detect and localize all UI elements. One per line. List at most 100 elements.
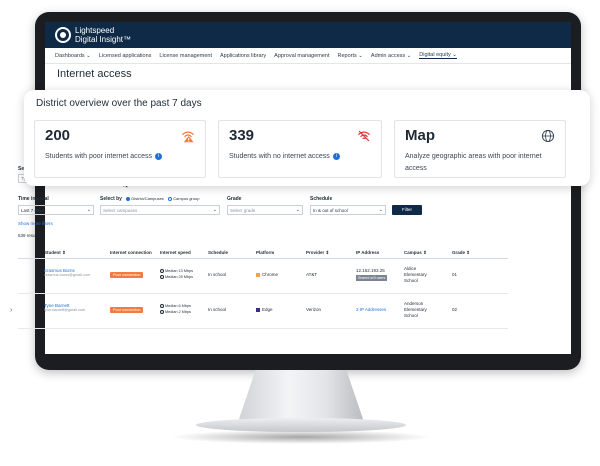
nav-admin-access[interactable]: Admin access ⌄ xyxy=(371,53,411,59)
connection-badge: Poor connection xyxy=(110,272,144,278)
app-header: Lightspeed Digital Insight™ xyxy=(45,22,571,48)
map-title: Map xyxy=(405,127,435,144)
speed-median-1: Median 6 Mbps xyxy=(165,304,191,308)
stat-value: 339 xyxy=(229,127,255,144)
ip-address: 12.162.193.25 xyxy=(356,268,385,273)
ip-shared-tag[interactable]: Shared w/3 users xyxy=(356,275,388,281)
student-email: tyne.barnett@gmail.com xyxy=(44,308,86,312)
stat-card-no-access[interactable]: 339 Students with no internet access i xyxy=(218,120,382,178)
chevron-down-icon: ⌄ xyxy=(295,207,300,213)
time-interval-value: Last 7 days xyxy=(21,208,45,213)
campus-select[interactable]: Select campuses ⌄ xyxy=(100,205,220,215)
upload-speed-icon xyxy=(160,310,164,314)
platform-name: Chrome xyxy=(262,272,279,277)
grade-cell: 02 xyxy=(452,307,458,312)
wifi-off-icon xyxy=(357,130,371,142)
monitor-mockup: Lightspeed Digital Insight™ Dashboards ⌄… xyxy=(0,0,600,466)
nav-applications-library[interactable]: Applications library xyxy=(220,53,266,59)
monitor-stand-neck xyxy=(238,370,364,422)
download-speed-icon xyxy=(160,304,164,308)
campus-cell: Aldice Elementary School xyxy=(404,266,427,283)
speed-cell: Median 6 Mbps Median 2 Mbps xyxy=(160,303,191,315)
time-interval-label: Time interval xyxy=(18,196,49,202)
globe-icon xyxy=(541,129,555,143)
logo-icon[interactable] xyxy=(55,27,71,43)
ip-cell: 12.162.193.25 Shared w/3 users xyxy=(356,268,388,281)
brand-name: Lightspeed xyxy=(75,26,115,35)
nav-digital-equity[interactable]: Digital equity ⌄ xyxy=(419,52,457,59)
time-interval-select[interactable]: Last 7 days ⌄ xyxy=(18,205,94,215)
brand-product: Digital Insight™ xyxy=(75,35,132,44)
page-title: Internet access xyxy=(57,68,132,80)
platform-cell: Chrome xyxy=(256,272,278,277)
stat-card-poor-access[interactable]: 200 Students with poor internet access i xyxy=(34,120,206,178)
table-row[interactable]: › Tyne Barnett tyne.barnett@gmail.com Po… xyxy=(10,295,508,329)
campus-select-placeholder: Select campuses xyxy=(103,208,138,213)
select-by-label: Select by xyxy=(100,196,122,202)
col-internet-speed: Internet speed xyxy=(160,250,191,255)
chevron-down-icon: ⌄ xyxy=(378,207,383,213)
info-icon[interactable]: i xyxy=(155,152,163,160)
schedule-label: Schedule xyxy=(310,196,333,202)
col-provider[interactable]: Provider ⇕ xyxy=(306,250,329,256)
table-row[interactable]: Erasmus Burns erasmus.burns@gmail.com Po… xyxy=(18,260,508,294)
connection-badge: Poor connection xyxy=(110,307,144,313)
nav-approval-management[interactable]: Approval management xyxy=(274,53,329,59)
grade-label: Grade xyxy=(227,196,242,202)
district-overview-card: District overview over the past 7 days 2… xyxy=(24,90,590,186)
edge-icon xyxy=(256,307,260,312)
chevron-down-icon: ⌄ xyxy=(212,207,217,213)
nav-reports[interactable]: Reports ⌄ xyxy=(338,53,363,59)
stat-label: Students with no internet access i xyxy=(229,151,379,163)
nav-dashboards[interactable]: Dashboards ⌄ xyxy=(55,53,91,59)
upload-speed-icon xyxy=(160,275,164,279)
stat-card-map[interactable]: Map Analyze geographic areas with poor i… xyxy=(394,120,566,178)
provider-cell: Verizon xyxy=(306,307,322,312)
schedule-cell: In school xyxy=(208,272,227,277)
col-internet-connection: Internet connection xyxy=(110,250,152,255)
platform-cell: Edge xyxy=(256,307,273,312)
grade-select-placeholder: Select grade xyxy=(230,208,256,213)
col-campus[interactable]: Campus ⇕ xyxy=(404,250,427,256)
nav-licensed-applications[interactable]: Licensed applications xyxy=(99,53,152,59)
col-schedule: Schedule xyxy=(208,250,229,255)
schedule-select[interactable]: In & out of school ⌄ xyxy=(310,205,386,215)
info-icon[interactable]: i xyxy=(332,152,340,160)
speed-cell: Median 13 Mbps Median 25 Mbps xyxy=(160,268,193,280)
student-email: erasmus.burns@gmail.com xyxy=(44,273,91,277)
grade-cell: 01 xyxy=(452,272,458,277)
stat-value: 200 xyxy=(45,127,71,144)
stand-shadow xyxy=(170,430,432,444)
radio-campus-group[interactable] xyxy=(168,196,173,201)
student-cell: Tyne Barnett tyne.barnett@gmail.com xyxy=(44,303,85,312)
platform-name: Edge xyxy=(262,307,273,312)
table-header: Student ⇕ Internet connection Internet s… xyxy=(18,247,508,259)
radio-label-district: District/Campuses xyxy=(131,196,164,201)
ip-addresses-link[interactable]: 2 IP Addresses xyxy=(356,307,386,312)
speed-median-1: Median 13 Mbps xyxy=(165,269,194,273)
col-student[interactable]: Student ⇕ xyxy=(44,250,66,256)
schedule-value: In & out of school xyxy=(313,208,348,213)
speed-median-2: Median 25 Mbps xyxy=(165,275,194,279)
col-grade[interactable]: Grade ⇕ xyxy=(452,250,470,256)
schedule-cell: In school xyxy=(208,307,227,312)
filter-button[interactable]: Filter xyxy=(392,205,422,215)
stat-label: Students with poor internet access i xyxy=(45,151,205,163)
speed-median-2: Median 2 Mbps xyxy=(165,310,191,314)
main-nav: Dashboards ⌄ Licensed applications Licen… xyxy=(45,48,571,64)
select-by-group: Select by District/Campuses Campus group xyxy=(100,196,199,202)
map-description: Analyze geographic areas with poor inter… xyxy=(405,153,542,172)
student-cell: Erasmus Burns erasmus.burns@gmail.com xyxy=(44,268,90,277)
campus-cell: Anderson Elementary School xyxy=(404,301,427,318)
chrome-icon xyxy=(256,272,260,277)
provider-cell: AT&T xyxy=(306,272,318,277)
radio-district-campuses[interactable] xyxy=(126,196,131,201)
grade-select[interactable]: Select grade ⌄ xyxy=(227,205,303,215)
col-platform: Platform xyxy=(256,250,275,255)
connection-cell: Poor connection xyxy=(110,307,144,313)
chevron-right-icon[interactable]: › xyxy=(10,307,12,314)
show-more-filters-link[interactable]: Show more filters xyxy=(18,221,53,226)
nav-license-management[interactable]: License management xyxy=(159,53,212,59)
download-speed-icon xyxy=(160,269,164,273)
radio-label-campus-group: Campus group xyxy=(173,196,200,201)
